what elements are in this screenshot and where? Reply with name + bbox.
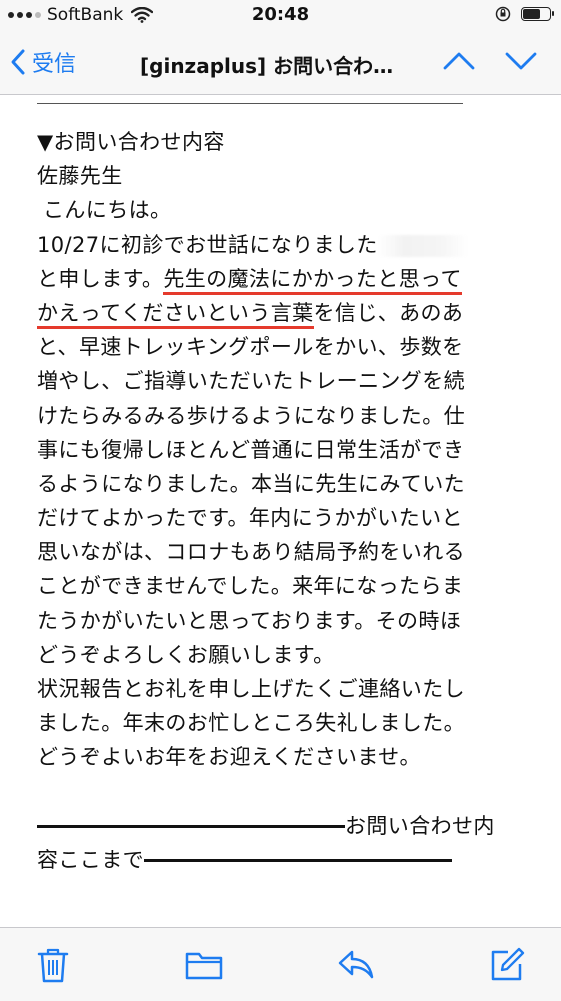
text-line: 思いながは、コロナもあり結局予約をいれる (37, 540, 465, 565)
clock: 20:48 (251, 4, 310, 25)
separator-line (37, 825, 345, 829)
compose-icon[interactable] (488, 946, 526, 984)
separator-line (144, 859, 452, 863)
text-line: けたらみるみる歩けるようになりました。仕 (37, 403, 465, 428)
text-line: だけてよかったです。年内にうかがいたいと (37, 506, 463, 531)
text-line: 増やし、ご指導いただいたトレーニングを続 (37, 369, 465, 394)
text-line: たうかがいたいと思っております。その時ほ (37, 608, 462, 633)
text-line: と、早速トレッキングポールをかい、歩数を (37, 335, 464, 360)
text-line: こんにちは。 (43, 198, 172, 223)
text-segment: を信じ、あのあ (313, 300, 464, 325)
text-line: るようになりました。本当に先生にみていた (37, 471, 465, 496)
text-line: 10/27に初診でお世話になりました (37, 228, 527, 262)
text-line: どうぞよいお年をお迎えくださいませ。 (37, 745, 421, 770)
email-text: ▼お問い合わせ内容 佐藤先生 こんにちは。 10/27に初診でお世話になりました… (37, 125, 527, 877)
text-line: と申します。先生の魔法にかかったと思って (37, 262, 527, 296)
text-line: どうぞよろしくお願いします。 (37, 642, 335, 667)
text-line: ことができませんでした。来年になったらま (37, 574, 464, 599)
text-line: 佐藤先生 (37, 164, 123, 189)
back-button[interactable]: 受信 (10, 46, 76, 78)
previous-message-button[interactable] (441, 46, 477, 76)
reply-icon[interactable] (336, 946, 376, 982)
trash-icon[interactable] (36, 946, 70, 984)
chevron-left-icon (11, 49, 25, 75)
status-bar: SoftBank 20:48 (0, 0, 561, 32)
highlighted-text: かえってくださいという言葉 (37, 300, 314, 329)
folder-icon[interactable] (184, 946, 224, 982)
redacted-name (377, 234, 468, 257)
next-message-button[interactable] (503, 46, 539, 76)
text-line: ました。年末のお忙しところ失礼しました。 (37, 711, 465, 736)
text-line: お問い合わせ内 (37, 809, 527, 843)
separator-line (37, 103, 463, 104)
text-line: かえってくださいという言葉を信じ、あのあ (37, 296, 527, 330)
email-subject-title: [ginzaplus] お問い合わ… (140, 54, 394, 78)
text-segment: と申します。 (37, 266, 164, 291)
text-segment: 10/27に初診でお世話になりました (37, 232, 378, 257)
text-segment: 容ここまで (37, 847, 144, 872)
email-body: ▼お問い合わせ内容 佐藤先生 こんにちは。 10/27に初診でお世話になりました… (0, 95, 561, 927)
back-label: 受信 (32, 52, 77, 77)
bottom-toolbar (0, 927, 561, 1001)
navigation-bar: 受信 [ginzaplus] お問い合わ… (0, 32, 561, 95)
highlighted-text: 先生の魔法にかかったと思って (163, 266, 462, 295)
battery-icon (521, 7, 554, 21)
text-line: 状況報告とお礼を申し上げたくご連絡いたし (37, 677, 465, 701)
text-segment: お問い合わせ内 (345, 813, 495, 838)
text-line: 事にも復帰しほとんど普通に日常生活ができ (37, 437, 465, 462)
text-line: ▼お問い合わせ内容 (37, 130, 225, 154)
orientation-lock-icon (495, 6, 511, 22)
text-line: 容ここまで (37, 843, 527, 877)
